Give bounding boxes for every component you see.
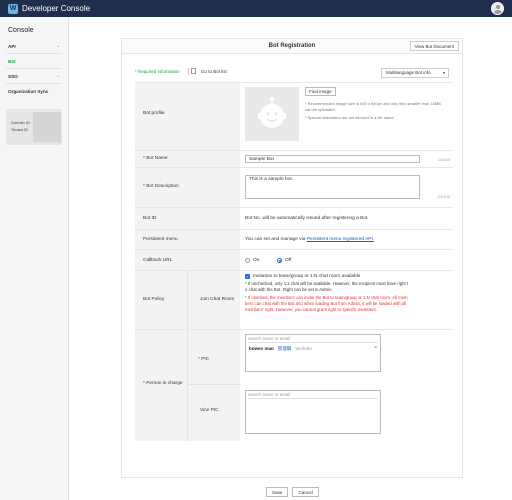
sidebar-item-organization-sync[interactable]: Organization Sync xyxy=(8,89,60,94)
policy-note-unchecked-cont: o chat with the Bot. Right can be set in… xyxy=(245,287,333,292)
save-button[interactable]: Save xyxy=(266,487,289,497)
user-avatar-icon[interactable] xyxy=(491,2,504,15)
pic-user-name: bowen mao xyxy=(249,346,274,351)
checkbox-checked-icon[interactable]: ✓ xyxy=(245,274,250,279)
top-bar: W Developer Console xyxy=(0,0,512,17)
chevron-down-icon: ▾ xyxy=(442,70,445,75)
field-label: * Bot Name xyxy=(143,156,168,161)
go-to-bot-list-link[interactable]: Go to Bot list xyxy=(201,69,227,74)
multilanguage-select[interactable]: Multilanguage Bot info. ▾ xyxy=(381,68,449,78)
row-bot-profile: Bot profile Find image * Recommended ima… xyxy=(135,82,453,150)
panel-header: Bot Registration View Bot Document xyxy=(122,39,462,54)
sidebar-item-label: Organization Sync xyxy=(8,89,49,94)
row-bot-description: * Bot Description This is a sample bot. … xyxy=(135,167,453,207)
domain-id-label: Domain ID xyxy=(11,120,30,125)
sidebar-item-sso[interactable]: SSO ⌄ xyxy=(8,73,60,79)
app-title[interactable]: Developer Console xyxy=(22,4,90,13)
sidebar-item-label: Bot xyxy=(8,59,16,64)
bot-id-info: Bot No. will be automatically issued aft… xyxy=(245,216,369,221)
field-label: Bot Policy xyxy=(143,297,165,302)
select-value: Multilanguage Bot info. xyxy=(386,70,432,75)
field-label: Callback URL xyxy=(143,258,173,263)
cancel-button[interactable]: Cancel xyxy=(292,487,319,497)
view-bot-document-button[interactable]: View Bot Document xyxy=(409,41,459,51)
filename-hint: * Special characters are not allowed in … xyxy=(305,115,395,120)
redacted-ids xyxy=(33,112,61,142)
radio-label: Off xyxy=(285,258,292,263)
field-label: Bot ID xyxy=(143,216,157,221)
group-invite-label: Invitation to team/group or 1:N chat roo… xyxy=(253,274,361,279)
bot-profile-image[interactable] xyxy=(245,87,299,141)
persistent-menu-info: You can set and manage via Persistent me… xyxy=(245,237,374,242)
sidebar-item-bot[interactable]: Bot xyxy=(8,59,60,64)
list-icon xyxy=(191,68,196,74)
radio-label: On xyxy=(253,258,260,263)
sidebar-item-label: SSO xyxy=(8,74,18,79)
bot-name-input[interactable]: Sample Bot xyxy=(245,155,420,163)
field-label: Persistent menu xyxy=(143,237,178,242)
radio-unchecked-icon xyxy=(245,258,250,263)
policy-note-checked-cont2: members' right. However, you cannot gran… xyxy=(245,307,377,312)
image-size-hint: * Recommended image size is 640 x 640px … xyxy=(305,101,441,112)
sub-field-label: Join Chat Room xyxy=(200,297,235,302)
chevron-down-icon: ⌄ xyxy=(55,73,60,79)
tenant-id-label: Tenant ID xyxy=(11,127,29,132)
pic-selected-user: bowen mao 管理職 Workato xyxy=(249,346,312,352)
pic-search-input[interactable]: Search name or email xyxy=(248,336,378,343)
callback-off-radio[interactable]: Off xyxy=(277,258,291,263)
sidebar-item-api[interactable]: API ⌄ xyxy=(8,43,60,49)
chevron-down-icon: ⌄ xyxy=(55,43,60,49)
form-actions: Save Cancel xyxy=(266,487,319,497)
row-callback-url: Callback URL On Off xyxy=(135,249,453,270)
divider xyxy=(188,68,189,75)
row-person-in-charge: * Person in charge * PIC Vice PIC Search… xyxy=(135,329,453,441)
field-label: Bot profile xyxy=(143,111,165,116)
sidebar-item-label: API xyxy=(8,44,16,49)
divider xyxy=(6,53,62,54)
vice-pic-label: Vice PIC xyxy=(200,408,219,413)
callback-on-radio[interactable]: On xyxy=(245,258,259,263)
field-label: * Bot Description xyxy=(143,184,179,189)
pic-user-company: Workato xyxy=(295,346,312,351)
pic-selector[interactable]: Search name or email bowen mao 管理職 Worka… xyxy=(245,334,381,372)
row-bot-id: Bot ID Bot No. will be automatically iss… xyxy=(135,207,453,229)
divider xyxy=(6,68,62,69)
persistent-menu-text: You can set and manage via xyxy=(245,237,307,242)
row-bot-name: * Bot Name Sample Bot 10/100 xyxy=(135,150,453,167)
sidebar-title: Console xyxy=(8,27,34,34)
divider xyxy=(6,83,62,84)
row-bot-policy: Bot Policy Join Chat Room ✓ Invitation t… xyxy=(135,270,453,329)
domain-info-box: Domain ID Tenant ID xyxy=(6,109,62,145)
name-char-counter: 10/100 xyxy=(437,157,450,162)
pic-label: * PIC xyxy=(198,357,210,362)
app-logo[interactable]: W xyxy=(8,3,18,14)
description-char-counter: 21/100 xyxy=(437,194,450,199)
vice-pic-search-input[interactable]: Search name or email xyxy=(248,392,378,399)
vice-pic-selector[interactable]: Search name or email xyxy=(245,390,381,434)
radio-checked-icon xyxy=(277,258,282,263)
pic-user-role: 管理職 xyxy=(277,346,292,351)
sidebar: Console API ⌄ Bot SSO ⌄ Organization Syn… xyxy=(0,17,69,500)
required-info-note: * Required information xyxy=(135,69,180,74)
bot-description-textarea[interactable]: This is a sample bot. xyxy=(245,175,420,199)
row-persistent-menu: Persistent menu You can set and manage v… xyxy=(135,229,453,249)
persistent-menu-link[interactable]: Persistent menu registered API. xyxy=(307,237,374,242)
remove-pic-icon[interactable]: × xyxy=(374,345,377,351)
divider xyxy=(188,384,241,385)
bot-placeholder-icon xyxy=(258,97,286,128)
field-label: * Person in charge xyxy=(143,381,183,386)
find-image-button[interactable]: Find image xyxy=(305,87,336,96)
bot-registration-panel: Bot Registration View Bot Document * Req… xyxy=(121,38,463,497)
